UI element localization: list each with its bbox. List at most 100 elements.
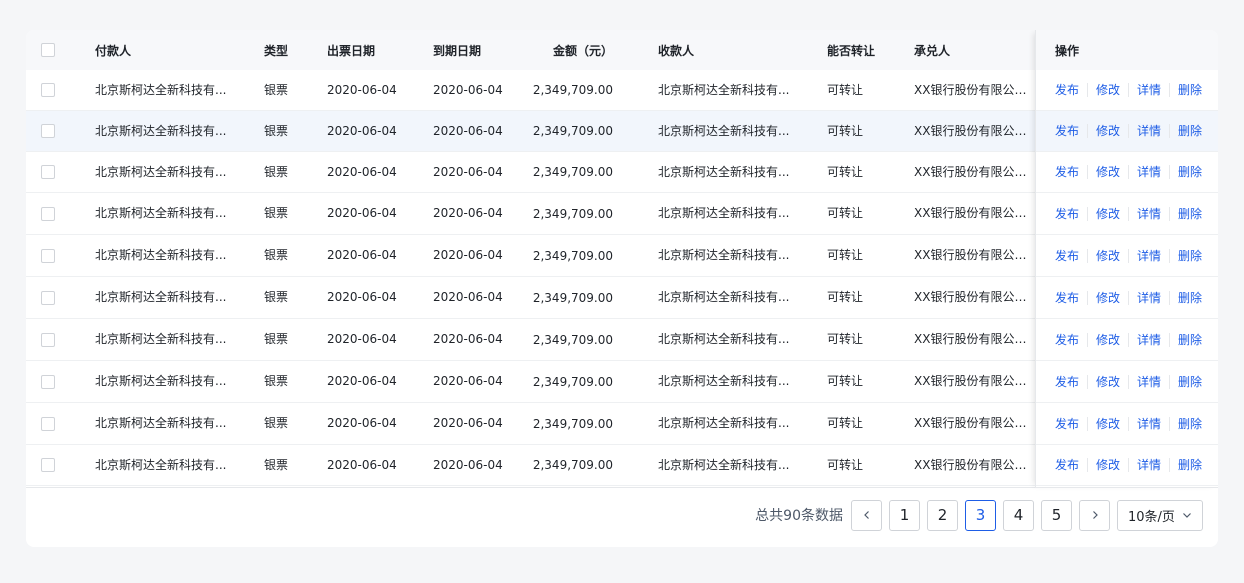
cell-amount-text: 2,349,709.00 <box>532 206 613 221</box>
publish-link[interactable]: 发布 <box>1055 417 1087 431</box>
publish-link[interactable]: 发布 <box>1055 83 1087 97</box>
cell-due-date: 2020-06-04 <box>433 403 523 444</box>
cell-payer-text: 北京斯柯达全新科技有... <box>95 164 227 179</box>
detail-link[interactable]: 详情 <box>1128 206 1169 221</box>
next-page-button[interactable] <box>1079 499 1110 531</box>
cell-type: 银票 <box>264 111 304 151</box>
cell-type: 银票 <box>264 193 304 234</box>
delete-link[interactable]: 删除 <box>1169 165 1210 179</box>
detail-link[interactable]: 详情 <box>1128 416 1169 431</box>
edit-link[interactable]: 修改 <box>1087 332 1128 347</box>
row-checkbox[interactable] <box>41 332 55 347</box>
detail-link[interactable]: 详情 <box>1128 165 1169 179</box>
cell-amount: 2,349,709.00 <box>531 361 613 402</box>
cell-payer-text: 北京斯柯达全新科技有... <box>95 374 227 388</box>
page-button-5[interactable]: 5 <box>1041 499 1072 531</box>
edit-link[interactable]: 修改 <box>1087 206 1128 221</box>
cell-acceptor-text: XX银行股份有限公司... <box>914 332 1034 346</box>
cell-due-date-text: 2020-06-04 <box>433 457 503 472</box>
row-checkbox[interactable] <box>41 165 55 179</box>
publish-link[interactable]: 发布 <box>1055 458 1087 472</box>
row-select-cell <box>41 152 61 192</box>
page-size-select[interactable]: 10条/页 <box>1117 499 1203 531</box>
publish-link[interactable]: 发布 <box>1055 165 1087 179</box>
page-button-4[interactable]: 4 <box>1003 499 1034 531</box>
cell-payer-text: 北京斯柯达全新科技有... <box>95 123 227 138</box>
row-checkbox[interactable] <box>41 416 55 431</box>
row-checkbox[interactable] <box>41 290 55 305</box>
cell-issue-date-text: 2020-06-04 <box>327 374 397 388</box>
delete-link[interactable]: 删除 <box>1169 248 1210 263</box>
cell-issue-date: 2020-06-04 <box>327 111 417 151</box>
detail-link[interactable]: 详情 <box>1128 124 1169 138</box>
edit-link[interactable]: 修改 <box>1087 83 1128 97</box>
cell-acceptor-text: XX银行股份有限公司... <box>914 82 1034 97</box>
edit-link[interactable]: 修改 <box>1087 416 1128 431</box>
cell-type-text: 银票 <box>264 332 289 346</box>
delete-link[interactable]: 删除 <box>1169 332 1210 347</box>
cell-issue-date: 2020-06-04 <box>327 70 417 110</box>
delete-link[interactable]: 删除 <box>1169 458 1210 472</box>
cell-payer: 北京斯柯达全新科技有... <box>95 319 235 360</box>
cell-payee-text: 北京斯柯达全新科技有... <box>658 416 790 430</box>
delete-link[interactable]: 删除 <box>1169 83 1210 97</box>
cell-issue-date-text: 2020-06-04 <box>327 164 397 179</box>
delete-link[interactable]: 删除 <box>1169 416 1210 431</box>
detail-link[interactable]: 详情 <box>1128 332 1169 347</box>
cell-transferable-text: 可转让 <box>827 374 864 388</box>
edit-link[interactable]: 修改 <box>1087 124 1128 138</box>
row-checkbox[interactable] <box>41 374 55 389</box>
publish-link[interactable]: 发布 <box>1055 375 1087 389</box>
delete-link[interactable]: 删除 <box>1169 374 1210 389</box>
cell-amount-text: 2,349,709.00 <box>532 124 613 138</box>
detail-link[interactable]: 详情 <box>1128 290 1169 305</box>
row-checkbox[interactable] <box>41 458 55 472</box>
cell-issue-date-text: 2020-06-04 <box>327 416 397 430</box>
cell-payer: 北京斯柯达全新科技有... <box>95 403 235 444</box>
page-button-2[interactable]: 2 <box>927 499 958 531</box>
row-checkbox[interactable] <box>41 248 55 263</box>
cell-amount-text: 2,349,709.00 <box>532 248 613 263</box>
prev-page-button[interactable] <box>851 499 882 531</box>
cell-payer: 北京斯柯达全新科技有... <box>95 111 235 151</box>
ops-row: 发布 修改 详情 删除 <box>1036 277 1218 319</box>
detail-link[interactable]: 详情 <box>1128 374 1169 389</box>
row-select-cell <box>41 361 61 402</box>
edit-link[interactable]: 修改 <box>1087 290 1128 305</box>
delete-link[interactable]: 删除 <box>1169 124 1210 138</box>
cell-type: 银票 <box>264 319 304 360</box>
cell-transferable-text: 可转让 <box>827 332 864 346</box>
row-checkbox[interactable] <box>41 83 55 97</box>
cell-issue-date: 2020-06-04 <box>327 319 417 360</box>
publish-link[interactable]: 发布 <box>1055 291 1087 305</box>
page-button-3[interactable]: 3 <box>965 499 996 531</box>
edit-link[interactable]: 修改 <box>1087 374 1128 389</box>
edit-link[interactable]: 修改 <box>1087 248 1128 263</box>
header-payer: 付款人 <box>95 43 132 58</box>
detail-link[interactable]: 详情 <box>1128 83 1169 97</box>
detail-link[interactable]: 详情 <box>1128 248 1169 263</box>
row-checkbox[interactable] <box>41 206 55 221</box>
delete-link[interactable]: 删除 <box>1169 206 1210 221</box>
delete-link[interactable]: 删除 <box>1169 290 1210 305</box>
row-actions: 发布 修改 详情 删除 <box>1055 277 1215 318</box>
publish-link[interactable]: 发布 <box>1055 333 1087 347</box>
edit-link[interactable]: 修改 <box>1087 458 1128 472</box>
cell-type-text: 银票 <box>264 248 289 262</box>
page-button-1[interactable]: 1 <box>889 499 920 531</box>
detail-link[interactable]: 详情 <box>1128 458 1169 472</box>
select-all-checkbox[interactable] <box>41 43 55 57</box>
publish-link[interactable]: 发布 <box>1055 124 1087 138</box>
chevron-left-icon <box>863 511 869 519</box>
cell-amount: 2,349,709.00 <box>531 277 613 318</box>
cell-amount: 2,349,709.00 <box>531 111 613 151</box>
edit-link[interactable]: 修改 <box>1087 165 1128 179</box>
publish-link[interactable]: 发布 <box>1055 207 1087 221</box>
publish-link[interactable]: 发布 <box>1055 249 1087 263</box>
cell-type-text: 银票 <box>264 416 289 430</box>
cell-issue-date-text: 2020-06-04 <box>327 290 397 304</box>
row-select-cell <box>41 445 61 485</box>
row-checkbox[interactable] <box>41 124 55 138</box>
cell-amount: 2,349,709.00 <box>531 319 613 360</box>
cell-amount-text: 2,349,709.00 <box>532 458 613 472</box>
